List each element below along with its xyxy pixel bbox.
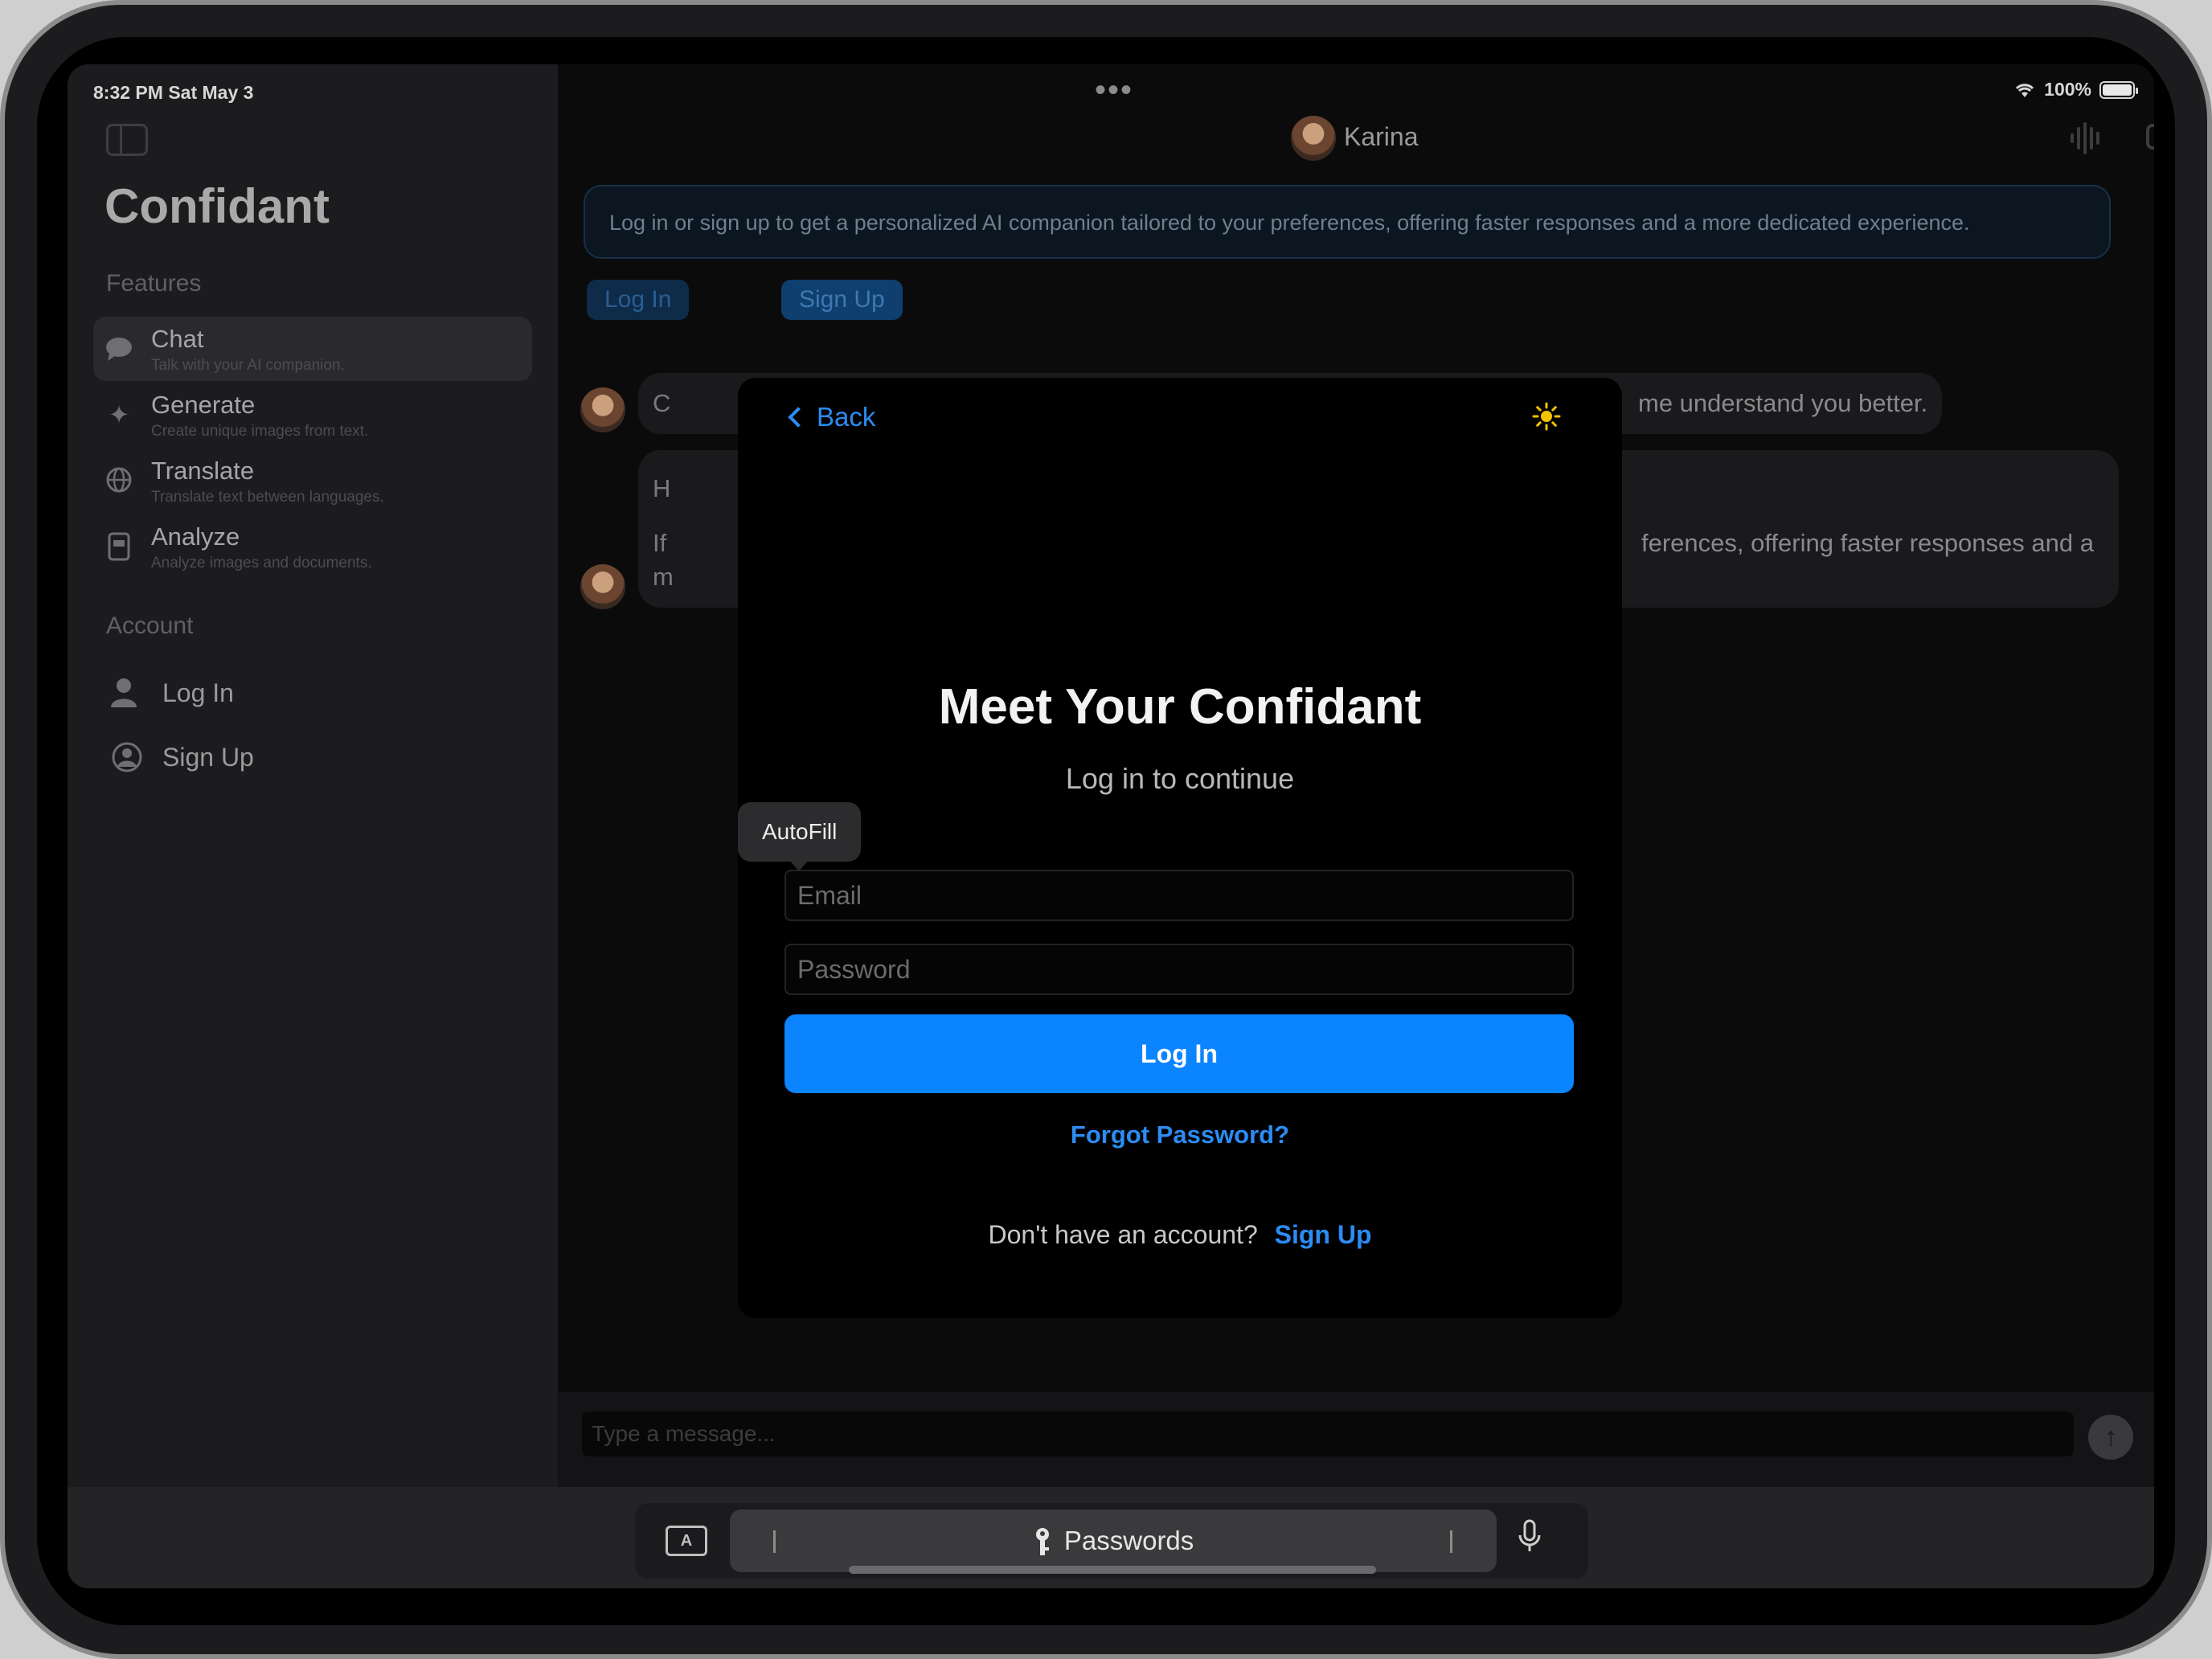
login-button[interactable]: Log In bbox=[784, 1014, 1574, 1093]
contact-name[interactable]: Karina bbox=[1344, 122, 1419, 152]
person-add-icon bbox=[108, 741, 142, 773]
message-input[interactable]: Type a message... bbox=[582, 1411, 2074, 1456]
keyboard-accessory-bar: A Passwords bbox=[68, 1487, 2154, 1588]
sidebar-item-label: Generate bbox=[151, 391, 256, 419]
no-account-text: Don't have an account? bbox=[988, 1220, 1258, 1249]
signup-row: Don't have an account? Sign Up bbox=[738, 1220, 1622, 1250]
screen: 8:32 PM Sat May 3 Confidant Features Cha… bbox=[68, 64, 2154, 1588]
key-icon bbox=[1035, 1528, 1049, 1556]
document-icon bbox=[104, 532, 133, 561]
home-indicator[interactable] bbox=[849, 1566, 1376, 1574]
features-section-label: Features bbox=[106, 270, 202, 297]
keyboard-icon[interactable]: A bbox=[666, 1526, 707, 1556]
login-promo-banner: Log in or sign up to get a personalized … bbox=[584, 185, 2111, 259]
sidebar-item-chat[interactable]: Chat Talk with your AI companion. bbox=[93, 317, 532, 381]
battery-icon bbox=[2099, 80, 2138, 99]
message-text-start: C bbox=[653, 389, 671, 417]
sidebar-item-label: Log In bbox=[162, 678, 234, 707]
sidebar-item-subtitle: Analyze images and documents. bbox=[151, 555, 372, 571]
globe-icon bbox=[104, 466, 133, 495]
app-title: Confidant bbox=[104, 179, 330, 233]
message-text-end: ferences, offering faster responses and … bbox=[1641, 529, 2094, 557]
video-call-icon[interactable] bbox=[2146, 122, 2154, 158]
message-avatar bbox=[580, 387, 625, 432]
login-sheet: Back Meet Your Confidant Log in to conti… bbox=[738, 378, 1622, 1318]
autofill-popover[interactable]: AutoFill bbox=[738, 802, 862, 871]
sidebar-item-subtitle: Create unique images from text. bbox=[151, 423, 369, 440]
battery-percent: 100% bbox=[2044, 79, 2091, 100]
passwords-label: Passwords bbox=[1063, 1526, 1194, 1555]
password-field[interactable]: Password bbox=[784, 944, 1574, 995]
forgot-password-link[interactable]: Forgot Password? bbox=[738, 1120, 1622, 1149]
status-time: 8:32 PM Sat May 3 bbox=[93, 82, 254, 103]
banner-login-button[interactable]: Log In bbox=[587, 280, 690, 320]
message-text-line: m bbox=[653, 563, 674, 591]
message-avatar bbox=[580, 564, 625, 609]
sidebar-item-generate[interactable]: ✦ Generate Create unique images from tex… bbox=[93, 383, 532, 447]
sparkles-icon: ✦ bbox=[108, 400, 130, 429]
sun-icon[interactable] bbox=[1532, 402, 1561, 438]
sidebar: 8:32 PM Sat May 3 Confidant Features Cha… bbox=[68, 64, 558, 1487]
passwords-label-wrap: Passwords bbox=[730, 1509, 1497, 1572]
sidebar-item-subtitle: Translate text between languages. bbox=[151, 489, 384, 506]
sidebar-item-label: Sign Up bbox=[162, 743, 254, 772]
multitasking-dots[interactable]: ••• bbox=[1095, 72, 1133, 109]
message-text-end: me understand you better. bbox=[1638, 389, 1928, 417]
arrow-up-icon[interactable]: ↑ bbox=[2088, 1415, 2133, 1460]
sheet-subtitle: Log in to continue bbox=[1065, 762, 1295, 795]
contact-avatar[interactable] bbox=[1291, 116, 1336, 161]
back-button[interactable]: Back bbox=[784, 402, 875, 432]
chevron-left-icon bbox=[788, 407, 809, 428]
sidebar-item-label: Translate bbox=[151, 457, 255, 485]
sidebar-item-translate[interactable]: Translate Translate text between languag… bbox=[93, 449, 532, 513]
composer-bar: Type a message... ↑ bbox=[558, 1392, 2154, 1487]
sidebar-item-subtitle: Talk with your AI companion. bbox=[151, 357, 345, 374]
sidebar-item-label: Analyze bbox=[151, 522, 240, 551]
passwords-suggestion[interactable]: Passwords bbox=[730, 1509, 1497, 1572]
email-field[interactable]: Email bbox=[784, 870, 1574, 921]
chat-bubble-icon bbox=[104, 334, 133, 363]
status-right: 100% bbox=[2013, 79, 2138, 100]
microphone-icon[interactable] bbox=[1518, 1519, 1542, 1561]
sidebar-item-analyze[interactable]: Analyze Analyze images and documents. bbox=[93, 514, 532, 579]
message-text-line: H bbox=[653, 474, 671, 502]
wifi-icon bbox=[2016, 83, 2034, 97]
banner-signup-button[interactable]: Sign Up bbox=[781, 280, 903, 320]
sidebar-item-signup[interactable]: Sign Up bbox=[100, 731, 341, 780]
sidebar-item-login[interactable]: Log In bbox=[100, 667, 341, 715]
signup-link[interactable]: Sign Up bbox=[1275, 1220, 1372, 1249]
person-icon bbox=[108, 677, 140, 709]
sidebar-toggle-icon[interactable] bbox=[106, 124, 148, 156]
account-section-label: Account bbox=[106, 612, 194, 639]
back-label: Back bbox=[817, 402, 876, 432]
message-text-line: If bbox=[653, 529, 667, 557]
waveform-icon[interactable] bbox=[2069, 122, 2104, 162]
sidebar-item-label: Chat bbox=[151, 325, 204, 353]
sheet-title: Meet Your Confidant bbox=[938, 679, 1422, 735]
